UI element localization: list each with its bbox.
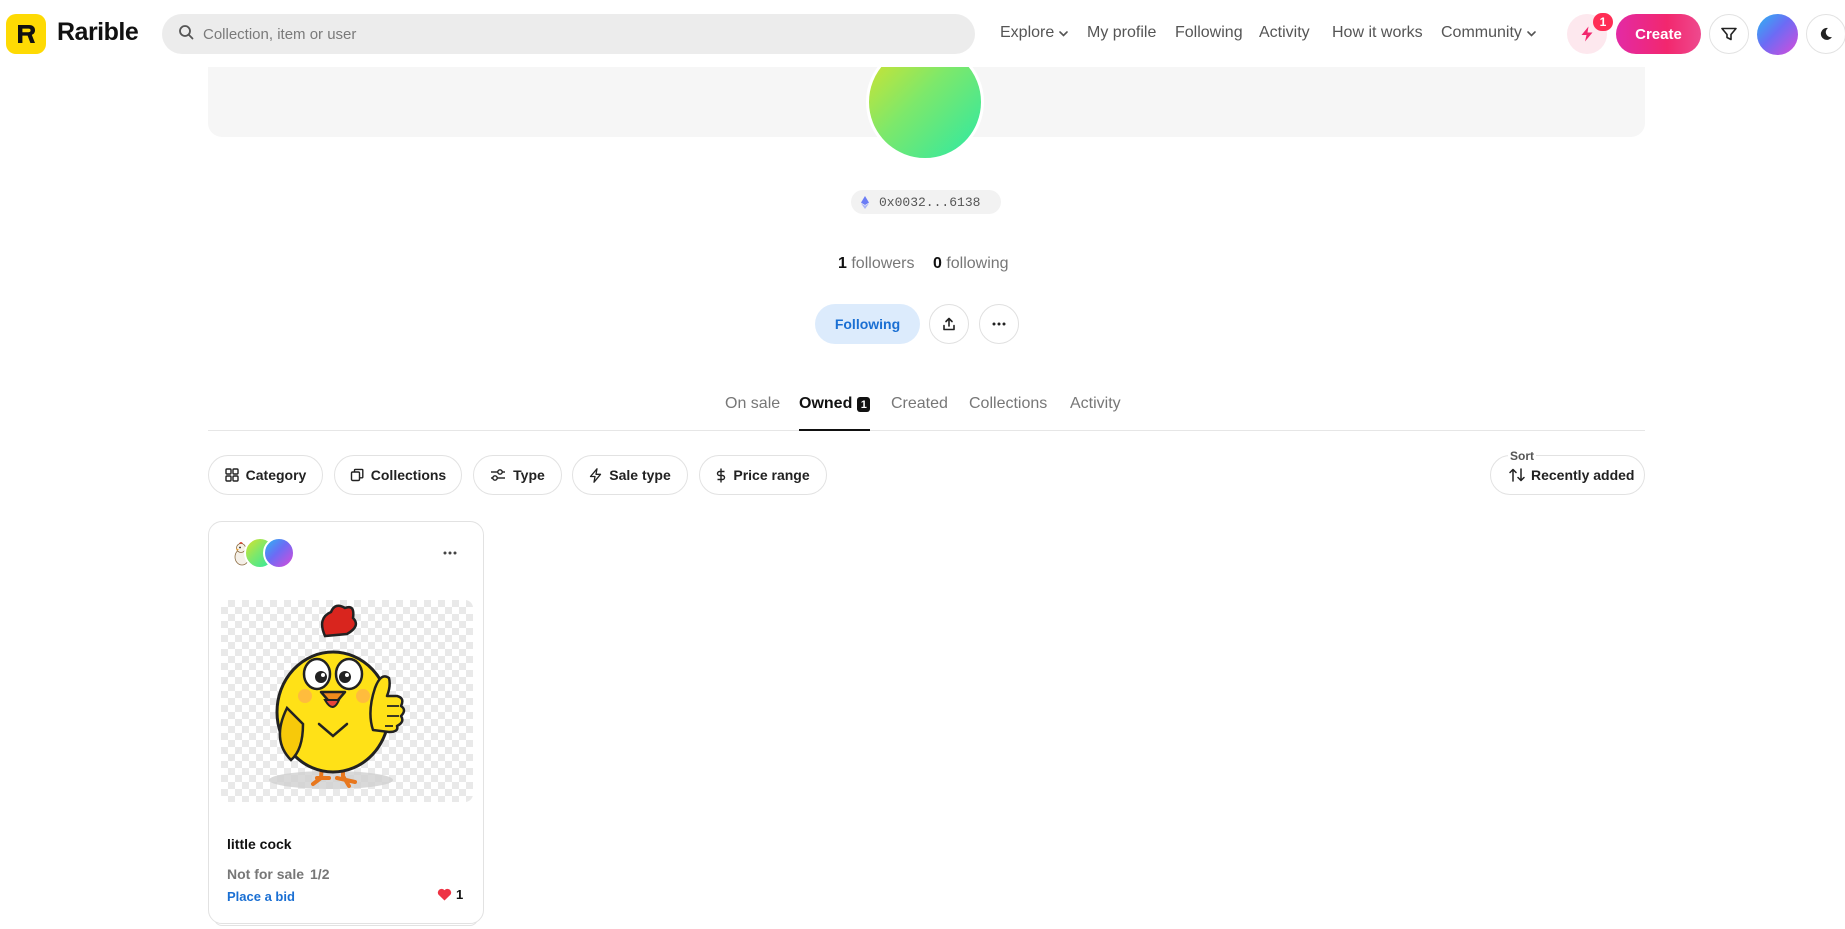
wallet-button[interactable] [1709,14,1749,54]
nav-how-it-works[interactable]: How it works [1332,24,1423,42]
following-link[interactable]: 0 following [933,255,1009,272]
filter-sale-type-label: Sale type [609,467,671,483]
filter-category-button[interactable]: Category [208,455,323,495]
nft-sale-status: Not for sale 1/2 [227,866,329,882]
heart-icon [437,888,452,901]
nav-my-profile[interactable]: My profile [1087,24,1156,42]
tab-created[interactable]: Created [891,395,948,431]
tab-collections[interactable]: Collections [969,395,1047,431]
followers-link[interactable]: 1 followers [838,255,915,272]
like-button[interactable]: 1 [437,887,463,902]
tab-activity[interactable]: Activity [1070,395,1121,431]
sort-label: Sort [1508,449,1536,463]
nft-title[interactable]: little cock [227,836,292,852]
nft-edition: 1/2 [310,866,330,882]
grid-icon [224,468,239,482]
nft-card[interactable]: little cock Not for sale 1/2 Place a bid … [208,521,484,924]
tab-owned-count: 1 [857,397,871,412]
filter-type-button[interactable]: Type [473,455,562,495]
moon-icon [1820,27,1832,40]
collections-icon [350,468,364,482]
user-avatar[interactable] [1757,14,1798,55]
top-header: Rarible Explore My profile Following Act… [0,0,1845,67]
wallet-address[interactable]: 0x0032...6138 [851,190,1001,214]
notifications-badge: 1 [1593,13,1613,31]
creator-avatar[interactable] [263,537,295,569]
nav-explore-label: Explore [1000,24,1055,41]
filter-category-label: Category [245,467,307,483]
place-bid-link[interactable]: Place a bid [227,889,295,904]
create-button[interactable]: Create [1616,14,1701,54]
filter-type-label: Type [513,467,545,483]
nav-explore[interactable]: Explore [1000,24,1069,42]
ethereum-icon [861,195,869,209]
nav-activity[interactable]: Activity [1259,24,1310,42]
nav-community[interactable]: Community [1441,24,1537,42]
more-dots-icon [992,322,1006,326]
main-nav: Explore My profile Following Activity Ho… [0,24,1560,44]
more-dots-icon [443,551,457,555]
chevron-down-icon [1527,30,1536,37]
share-button[interactable] [929,304,969,344]
lightning-icon [1581,26,1593,42]
sliders-icon [491,469,506,481]
tab-owned[interactable]: Owned 1 [799,395,871,431]
profile-avatar [862,57,988,165]
following-button[interactable]: Following [815,304,920,344]
nft-image[interactable] [221,600,473,802]
followers-label: followers [851,255,915,272]
nav-community-label: Community [1441,24,1522,41]
chevron-down-icon [1059,30,1069,37]
more-options-button[interactable] [979,304,1019,344]
like-count: 1 [456,887,464,902]
nav-following[interactable]: Following [1175,24,1243,42]
following-label: following [946,255,1009,272]
profile-tabs: On sale Owned 1 Created Collections Acti… [208,395,1645,431]
filter-collections-label: Collections [370,467,447,483]
following-count: 0 [932,255,942,272]
tab-owned-label: Owned [799,395,853,412]
theme-toggle-button[interactable] [1806,14,1845,54]
card-more-options-button[interactable] [435,542,465,564]
sort-arrows-icon [1509,468,1525,482]
filter-price-range-label: Price range [733,467,810,483]
wallet-icon [1721,27,1737,41]
nft-status-text: Not for sale [227,866,305,882]
filter-collections-button[interactable]: Collections [334,455,462,495]
follow-stats: 1 followers 0 following [838,255,1009,273]
share-icon [943,317,955,331]
filter-price-range-button[interactable]: Price range [699,455,827,495]
filter-sale-type-button[interactable]: Sale type [572,455,688,495]
tab-on-sale[interactable]: On sale [725,395,780,431]
dollar-icon [717,468,726,482]
followers-count: 1 [838,255,847,272]
wallet-address-text: 0x0032...6138 [879,194,981,210]
lightning-icon [590,467,602,483]
sort-value: Recently added [1531,467,1635,483]
